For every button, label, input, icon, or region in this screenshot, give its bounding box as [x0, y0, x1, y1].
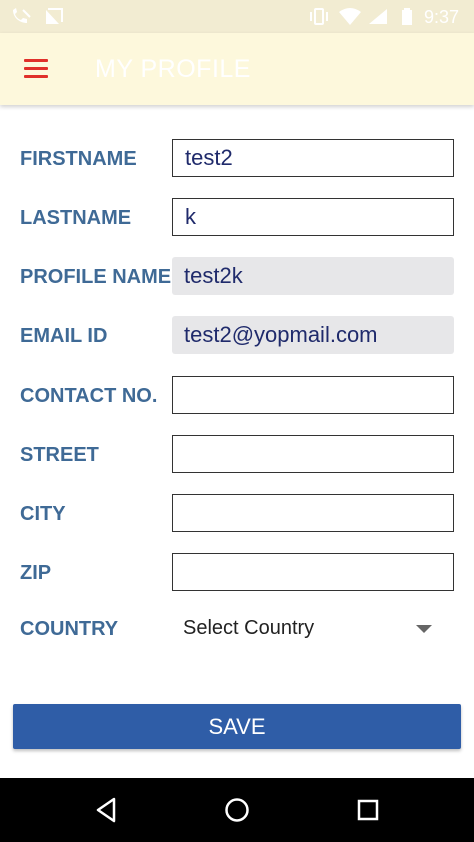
country-row: COUNTRY Select Country	[0, 609, 474, 649]
email-field: test2@yopmail.com	[172, 316, 454, 354]
street-field[interactable]	[172, 435, 454, 473]
page-title: MY PROFILE	[95, 55, 251, 83]
home-icon[interactable]	[219, 792, 255, 828]
wifi-calling-icon	[13, 8, 31, 23]
country-select-value: Select Country	[183, 617, 315, 639]
lastname-field[interactable]: k	[172, 198, 454, 236]
app-bar: MY PROFILE	[0, 33, 474, 105]
country-label: COUNTRY	[20, 618, 119, 640]
contact-field[interactable]	[172, 376, 454, 414]
cell-signal-icon	[369, 9, 387, 24]
email-row: EMAIL ID test2@yopmail.com	[0, 316, 474, 356]
lastname-label: LASTNAME	[20, 207, 132, 229]
contact-label: CONTACT NO.	[20, 385, 158, 407]
firstname-field[interactable]: test2	[172, 139, 454, 177]
city-row: CITY	[0, 494, 474, 534]
vibrate-icon	[310, 8, 328, 25]
battery-icon	[402, 8, 412, 25]
back-icon[interactable]	[88, 792, 124, 828]
hamburger-menu-icon[interactable]	[18, 51, 54, 87]
zip-field[interactable]	[172, 553, 454, 591]
zip-label: ZIP	[20, 562, 52, 584]
city-label: CITY	[20, 503, 66, 525]
profile-name-field: test2k	[172, 257, 454, 295]
recents-icon[interactable]	[350, 792, 386, 828]
no-signal-icon	[46, 8, 63, 24]
profile-name-row: PROFILE NAME test2k	[0, 257, 474, 297]
dropdown-arrow-icon	[416, 625, 432, 633]
firstname-row: FIRSTNAME test2	[0, 139, 474, 179]
save-button[interactable]: SAVE	[13, 704, 461, 749]
street-row: STREET	[0, 435, 474, 475]
zip-row: ZIP	[0, 553, 474, 593]
status-bar: 9:37	[0, 0, 474, 33]
street-label: STREET	[20, 444, 99, 466]
firstname-label: FIRSTNAME	[20, 148, 137, 170]
profile-name-label: PROFILE NAME	[20, 266, 172, 288]
wifi-icon	[339, 8, 361, 25]
city-field[interactable]	[172, 494, 454, 532]
status-time: 9:37	[424, 7, 460, 27]
email-label: EMAIL ID	[20, 325, 108, 347]
contact-row: CONTACT NO.	[0, 376, 474, 416]
navigation-bar	[0, 778, 474, 842]
country-select[interactable]: Select Country	[172, 609, 454, 647]
lastname-row: LASTNAME k	[0, 198, 474, 238]
